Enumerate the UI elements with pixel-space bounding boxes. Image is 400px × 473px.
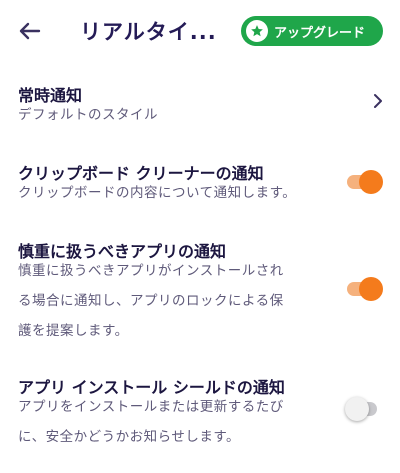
arrow-left-icon xyxy=(19,22,41,40)
toggle-knob xyxy=(359,170,383,194)
setting-description-line-3: 護を提案します。 xyxy=(18,323,129,339)
clipboard-cleaner-toggle[interactable] xyxy=(345,170,383,194)
star-badge-icon xyxy=(246,20,268,42)
setting-description-line-1: 慎重に扱うべきアプリがインストールされ xyxy=(18,263,284,279)
toggle-knob xyxy=(345,397,369,421)
upgrade-label: アップグレード xyxy=(274,25,366,41)
setting-description-line-1: アプリをインストールまたは更新するたび xyxy=(18,399,284,415)
setting-always-on-notification[interactable]: 常時通知 デフォルトのスタイル xyxy=(0,78,400,136)
back-button[interactable] xyxy=(12,16,48,46)
setting-sensitive-apps: 慎重に扱うべきアプリの通知 慎重に扱うべきアプリがインストールされ る場合に通知… xyxy=(0,234,400,346)
toggle-knob xyxy=(359,277,383,301)
app-install-shield-toggle[interactable] xyxy=(345,397,383,421)
setting-clipboard-cleaner: クリップボード クリーナーの通知 クリップボードの内容について通知します。 xyxy=(0,156,400,214)
sensitive-apps-toggle[interactable] xyxy=(345,277,383,301)
setting-description-line-2: る場合に通知し、アプリのロックによる保 xyxy=(18,293,284,309)
setting-app-install-shield: アプリ インストール シールドの通知 アプリをインストールまたは更新するたび に… xyxy=(0,370,400,454)
setting-description-line-2: に、安全かどうかお知らせします。 xyxy=(18,429,240,445)
setting-description: クリップボードの内容について通知します。 xyxy=(18,185,297,201)
page-title: リアルタイ... xyxy=(80,20,217,44)
setting-description: デフォルトのスタイル xyxy=(18,107,158,123)
chevron-right-icon[interactable] xyxy=(370,93,386,109)
upgrade-button[interactable]: アップグレード xyxy=(241,16,383,46)
app-header: リアルタイ... アップグレード xyxy=(0,0,400,64)
